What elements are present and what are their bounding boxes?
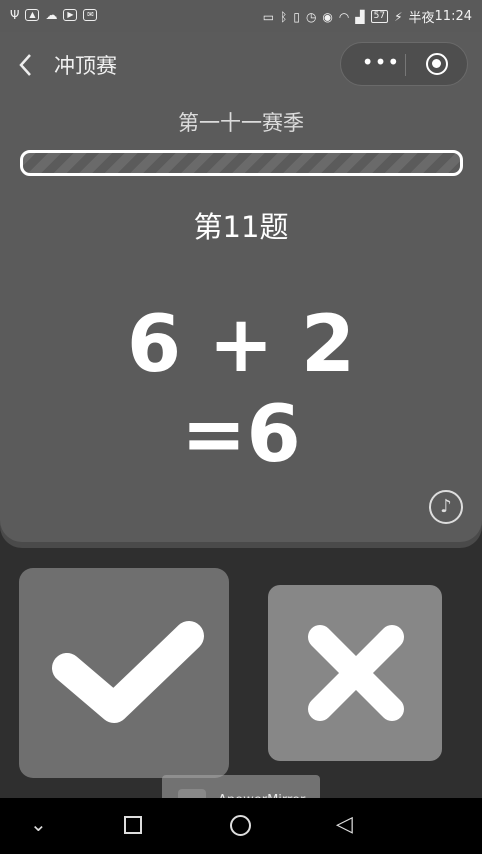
progress-bar (20, 150, 463, 176)
bluetooth-icon: ᛒ (280, 9, 288, 24)
status-notifications: Ψ ▲ ☁ ▶ ✉ (10, 8, 98, 22)
close-mini-program-button[interactable] (426, 53, 448, 75)
season-label: 第一十一赛季 (178, 111, 304, 135)
usb-icon: Ψ (10, 8, 20, 22)
music-note-icon: ♪ (440, 496, 452, 517)
answer-false-button[interactable] (268, 585, 442, 761)
status-indicators: ▭ ᛒ ▯ ◷ ◉ ◠ ▟ 57 ⚡ 半夜 11:24 (263, 7, 472, 26)
quiz-card: 冲顶赛 ••• 第一十一赛季 第11题 6 + 2 =6 ♪ (0, 32, 482, 542)
charging-icon: ⚡ (394, 9, 403, 24)
recents-button[interactable] (124, 816, 142, 834)
play-store-icon: ▶ (63, 9, 78, 21)
battery-indicator: 57 (370, 10, 389, 23)
checkmark-icon (52, 621, 204, 723)
more-dots-icon: ••• (361, 50, 401, 74)
status-time: 11:24 (434, 9, 472, 24)
app-notification-icon: ▲ (25, 9, 40, 21)
wechat-icon: ☁ (45, 8, 58, 22)
alarm-icon: ◷ (305, 9, 317, 24)
cross-icon (308, 625, 404, 721)
back-button[interactable] (16, 52, 36, 78)
hide-keyboard-button[interactable]: ⌄ (30, 812, 47, 836)
signal-icon: ▟ (355, 9, 365, 24)
vibrate-icon: ▯ (293, 9, 300, 24)
wifi-icon: ◠ (338, 9, 350, 24)
system-back-button[interactable]: ◁ (336, 812, 353, 837)
mail-icon: ✉ (83, 9, 98, 21)
system-nav-bar: ⌄ ◁ (0, 798, 482, 854)
equation-line1: 6 + 2 (126, 300, 356, 390)
question-number: 第11题 (193, 210, 289, 244)
eye-icon: ◉ (322, 9, 333, 24)
equation: 6 + 2 =6 (0, 300, 482, 480)
chevron-left-icon (19, 54, 31, 76)
status-time-prefix: 半夜 (408, 11, 435, 26)
answer-true-button[interactable] (19, 568, 229, 778)
status-bar: Ψ ▲ ☁ ▶ ✉ ▭ ᛒ ▯ ◷ ◉ ◠ ▟ 57 ⚡ 半夜 11:24 (0, 0, 482, 32)
mini-program-capsule: ••• (340, 42, 468, 86)
cast-icon: ▭ (262, 9, 275, 24)
home-button[interactable] (230, 815, 251, 836)
equation-line2: =6 (181, 390, 301, 480)
capsule-divider (405, 54, 406, 76)
page-title: 冲顶赛 (54, 54, 117, 78)
music-toggle-button[interactable]: ♪ (429, 490, 463, 524)
more-button[interactable]: ••• (361, 52, 401, 76)
